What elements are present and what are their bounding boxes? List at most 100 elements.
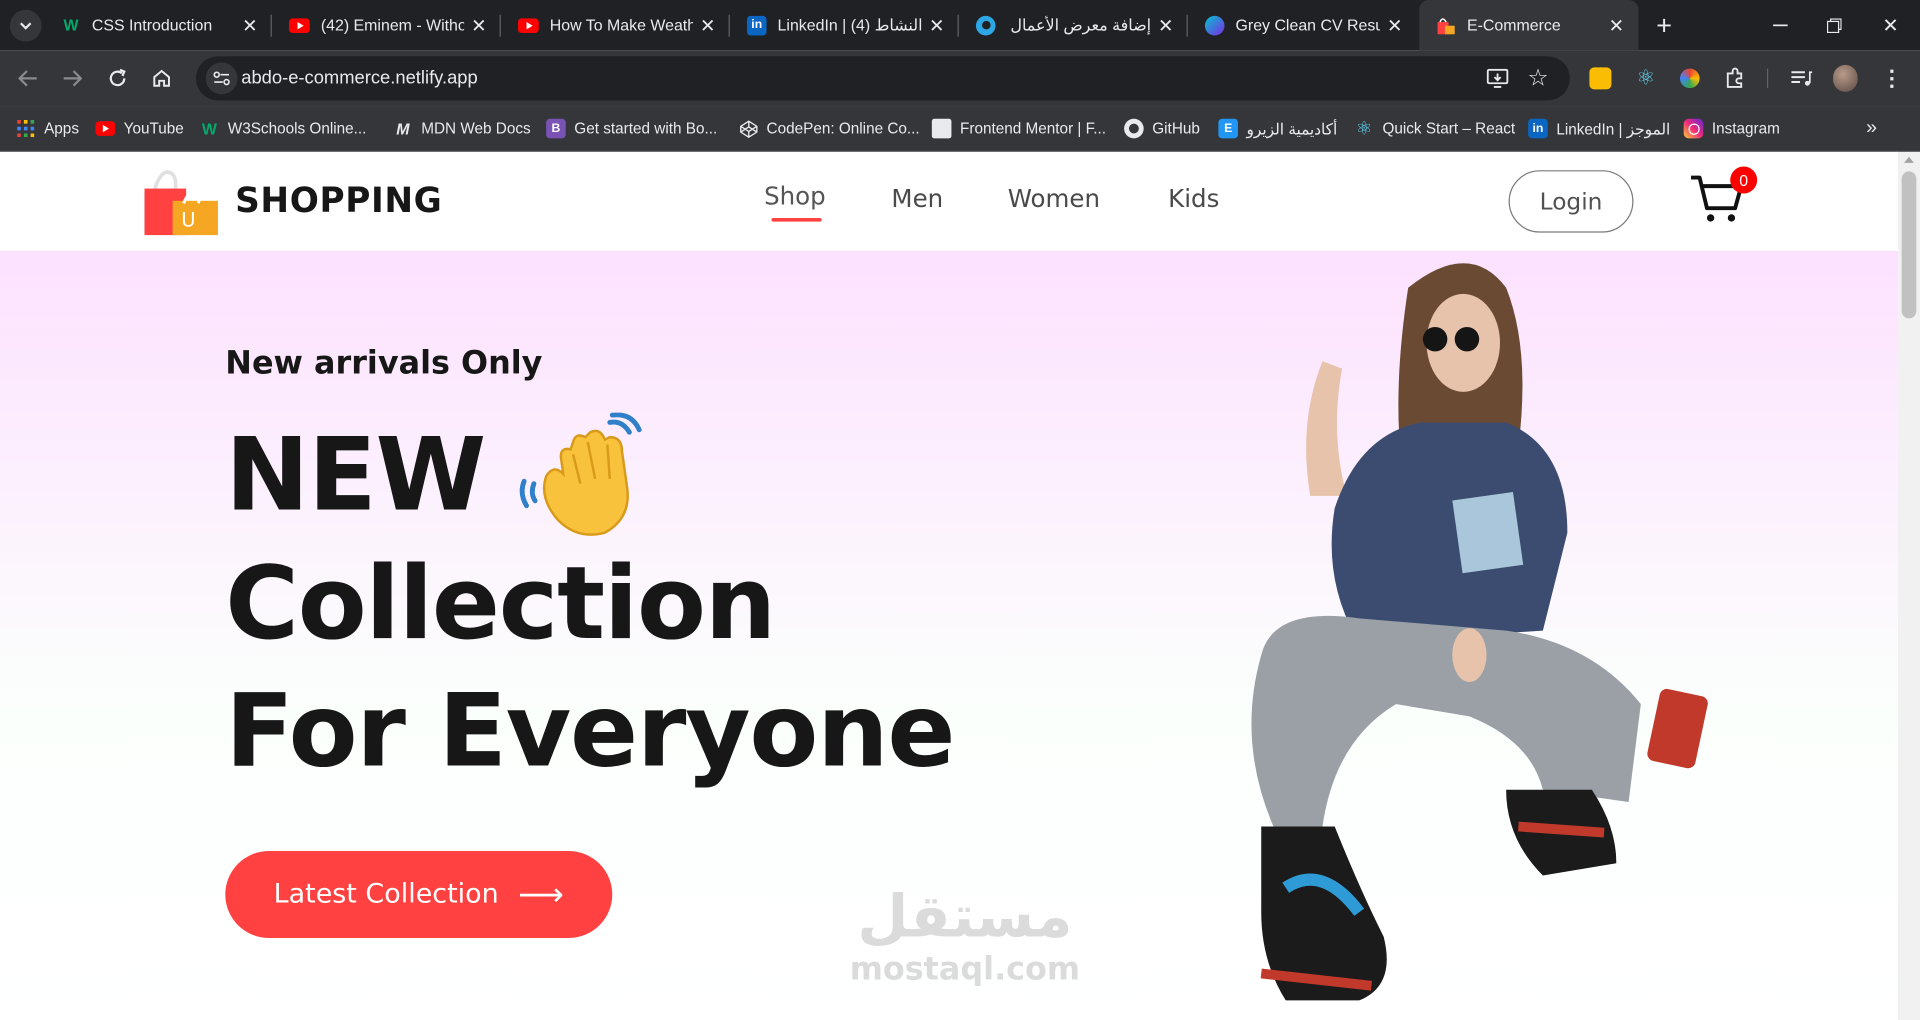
- bookmark-codepen[interactable]: CodePen: Online Co...: [738, 116, 920, 140]
- logo-text[interactable]: SHOPPING: [235, 180, 442, 220]
- nav-kids[interactable]: Kids: [1168, 184, 1219, 213]
- bookmarks-overflow-icon[interactable]: »: [1866, 116, 1877, 140]
- w3schools-icon: W: [63, 15, 79, 35]
- site-header: U SHOPPING Shop Men Women Kids Login 0: [0, 151, 1898, 252]
- url-text[interactable]: abdo-e-commerce.netlify.app: [241, 67, 478, 88]
- react-devtools-icon[interactable]: ⚛: [1633, 66, 1657, 90]
- tab-search-button[interactable]: [9, 9, 42, 42]
- bookmark-github[interactable]: GitHub: [1124, 116, 1200, 140]
- bookmark-instagram[interactable]: Instagram: [1683, 116, 1780, 140]
- arrow-right-icon: [63, 70, 83, 87]
- cart-count-badge: 0: [1730, 166, 1758, 194]
- minimize-button[interactable]: [1758, 10, 1802, 42]
- more-menu-icon[interactable]: ⋮: [1880, 66, 1904, 90]
- extension-icon[interactable]: [1588, 66, 1612, 90]
- arrow-right-icon: ⟶: [518, 876, 564, 913]
- close-icon[interactable]: ✕: [922, 14, 951, 36]
- bookmark-mdn[interactable]: M MDN Web Docs: [393, 116, 531, 140]
- address-bar[interactable]: abdo-e-commerce.netlify.app ☆: [195, 56, 1570, 101]
- minimize-icon: [1773, 24, 1788, 27]
- bookmark-frontend-mentor[interactable]: Frontend Mentor | F...: [931, 116, 1107, 140]
- bookmark-w3schools[interactable]: W W3Schools Online...: [200, 116, 367, 140]
- youtube-icon: [95, 121, 116, 136]
- close-icon[interactable]: ✕: [464, 14, 493, 36]
- profile-avatar[interactable]: [1833, 64, 1858, 92]
- elzero-icon: E: [1218, 118, 1238, 139]
- nav-women[interactable]: Women: [1008, 184, 1100, 213]
- web-page: U SHOPPING Shop Men Women Kids Login 0 N…: [0, 151, 1898, 1020]
- home-icon: [153, 69, 170, 87]
- bookmark-bootstrap[interactable]: B Get started with Bo...: [546, 116, 717, 140]
- linkedin-icon: in: [1528, 118, 1548, 139]
- nav-shop[interactable]: Shop: [764, 181, 826, 210]
- chevron-down-icon: [20, 21, 32, 30]
- circle-icon: [975, 15, 996, 35]
- browser-tab[interactable]: Grey Clean CV Resume ✕: [1188, 0, 1417, 50]
- new-tab-button[interactable]: +: [1648, 10, 1680, 42]
- close-icon[interactable]: ✕: [1151, 14, 1180, 36]
- color-extension-icon[interactable]: [1678, 66, 1702, 90]
- shopping-bag-icon: [1436, 15, 1456, 35]
- restore-button[interactable]: [1812, 10, 1856, 42]
- bookmark-apps[interactable]: Apps: [16, 116, 79, 140]
- scrollbar-thumb[interactable]: [1901, 171, 1917, 319]
- hero-model-image: [1251, 263, 1708, 1001]
- browser-tab-active[interactable]: E-Commerce ✕: [1419, 0, 1639, 51]
- bookmarks-bar: Apps YouTube W W3Schools Online... M MDN…: [0, 106, 1920, 152]
- browser-tab[interactable]: W CSS Introduction ✕: [44, 0, 272, 50]
- instagram-icon: [1683, 118, 1704, 139]
- close-icon[interactable]: ✕: [693, 14, 722, 36]
- tab-title: (42) Eminem - Without: [320, 15, 464, 35]
- back-button[interactable]: [12, 62, 44, 94]
- bookmark-youtube[interactable]: YouTube: [95, 116, 184, 140]
- close-icon[interactable]: ✕: [1380, 14, 1409, 36]
- hero-heading-line-1: NEW: [225, 417, 486, 534]
- bookmark-label: أكاديمية الزيرو: [1246, 120, 1338, 138]
- hero-section: New arrivals Only NEW Collection For Eve…: [0, 251, 1898, 1020]
- extensions-puzzle-icon[interactable]: [1723, 66, 1747, 90]
- bookmark-label: Frontend Mentor | F...: [960, 120, 1107, 138]
- bookmark-label: MDN Web Docs: [421, 120, 531, 138]
- browser-tab[interactable]: in LinkedIn | النشاط (4) ✕: [730, 0, 959, 50]
- youtube-icon: [288, 17, 310, 33]
- bookmark-label: Apps: [44, 120, 79, 138]
- waving-hand-icon: [519, 412, 642, 536]
- page-scrollbar[interactable]: [1897, 151, 1920, 1020]
- browser-tab[interactable]: (42) Eminem - Without ✕: [272, 0, 501, 50]
- frontend-mentor-icon: [931, 118, 952, 139]
- watermark-latin: mostaql.com: [849, 951, 1081, 989]
- restore-icon: [1826, 18, 1842, 34]
- media-controls-icon[interactable]: [1789, 66, 1813, 90]
- latest-collection-button[interactable]: Latest Collection ⟶: [225, 851, 613, 938]
- close-window-button[interactable]: ✕: [1869, 10, 1913, 42]
- browser-tab[interactable]: How To Make Weather ✕: [501, 0, 730, 50]
- bookmark-label: YouTube: [123, 120, 184, 138]
- tab-title: LinkedIn | النشاط (4): [777, 15, 923, 34]
- reload-button[interactable]: [102, 62, 134, 94]
- bookmark-elzero[interactable]: E أكاديمية الزيرو: [1218, 116, 1337, 140]
- home-button[interactable]: [146, 62, 178, 94]
- login-button[interactable]: Login: [1508, 170, 1634, 233]
- watermark-arabic: مستقل: [857, 882, 1073, 952]
- bookmark-label: GitHub: [1152, 120, 1200, 138]
- browser-tab[interactable]: إضافة معرض الأعمال ✕: [959, 0, 1188, 50]
- forward-button[interactable]: [56, 62, 88, 94]
- scroll-up-arrow-icon[interactable]: [1904, 156, 1914, 163]
- close-icon[interactable]: ✕: [235, 14, 264, 36]
- watermark: مستقل mostaql.com: [842, 888, 1087, 1020]
- bookmark-label: CodePen: Online Co...: [766, 120, 920, 138]
- install-app-icon[interactable]: [1482, 62, 1514, 94]
- w3schools-icon: W: [201, 119, 217, 138]
- hero-kicker: New arrivals Only: [225, 345, 543, 383]
- bookmark-react[interactable]: ⚛ Quick Start – React: [1354, 116, 1515, 140]
- hero-heading-line-2: Collection: [225, 546, 776, 663]
- bookmark-linkedin[interactable]: in LinkedIn | الموجز: [1528, 116, 1670, 140]
- bookmark-label: Instagram: [1711, 120, 1780, 138]
- nav-men[interactable]: Men: [891, 184, 943, 213]
- browser-toolbar: abdo-e-commerce.netlify.app ☆ ⚛ ⋮: [0, 50, 1920, 107]
- bookmark-star-icon[interactable]: ☆: [1522, 62, 1554, 94]
- close-icon[interactable]: ✕: [1602, 14, 1631, 36]
- cta-label: Latest Collection: [273, 879, 499, 910]
- logo-letter: U: [181, 208, 196, 232]
- site-info-icon[interactable]: [205, 62, 238, 95]
